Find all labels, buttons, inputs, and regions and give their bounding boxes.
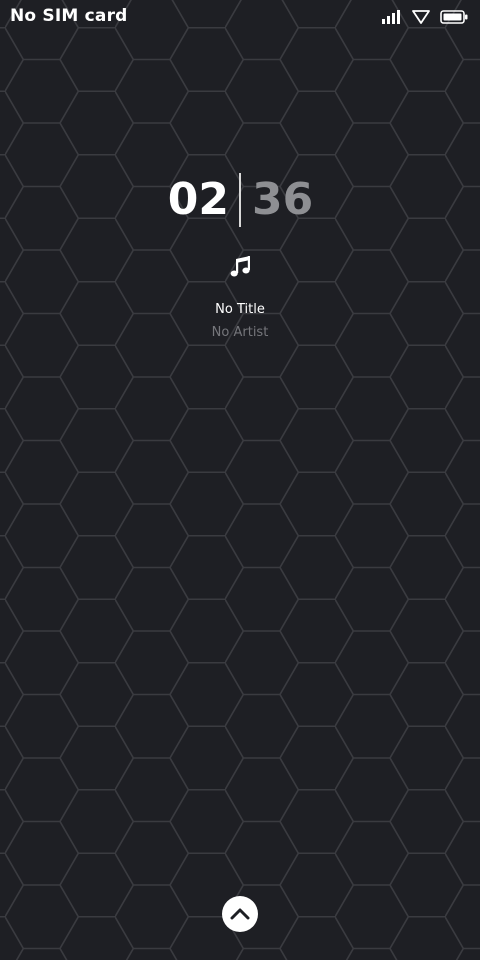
clock-minutes: 36 [252,174,314,225]
signal-icon [382,10,400,24]
carrier-label: No SIM card [10,6,128,26]
track-title: No Title [215,302,265,317]
lock-clock: 02 36 [0,172,480,228]
battery-icon [440,10,468,24]
status-bar: No SIM card [0,0,480,34]
music-note-icon[interactable] [227,253,253,279]
clock-hours: 02 [167,174,229,225]
lock-screen: No SIM card 02 36 No Title No Artist [0,0,480,960]
hexagon-pattern-background [0,0,480,960]
clock-divider [239,173,241,227]
track-artist: No Artist [211,325,269,340]
status-icons [382,8,468,26]
wifi-icon [412,10,430,24]
chevron-up-icon [230,908,250,920]
unlock-button[interactable] [222,896,258,932]
